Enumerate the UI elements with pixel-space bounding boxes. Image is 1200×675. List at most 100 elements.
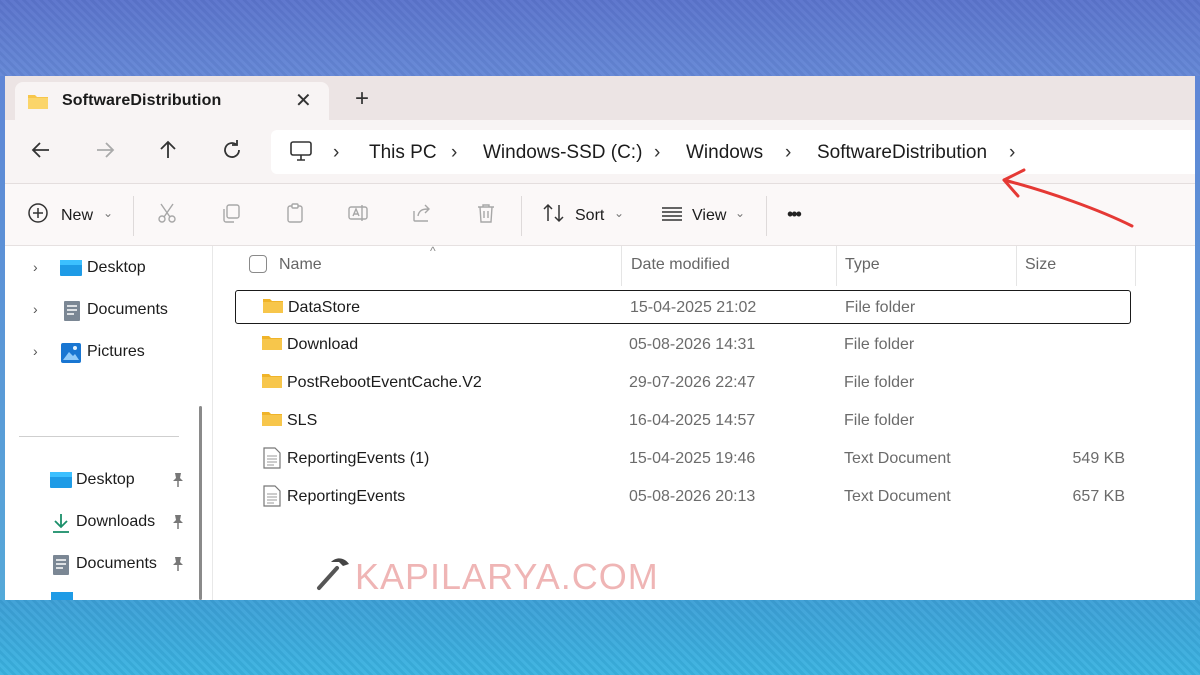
quick-access-desktop[interactable]: Desktop	[5, 464, 195, 498]
chevron-right-icon: ›	[451, 142, 458, 163]
chevron-right-icon: ›	[333, 142, 340, 163]
file-row[interactable]: SLS 16-04-2025 14:57 File folder	[235, 404, 1131, 438]
sidebar-item-documents[interactable]: › Documents	[5, 294, 195, 328]
trash-icon	[478, 204, 494, 223]
copy-icon	[223, 204, 240, 223]
annotation-arrow-icon	[1002, 168, 1134, 228]
file-row[interactable]: ReportingEvents 05-08-2026 20:13 Text Do…	[235, 480, 1131, 514]
chevron-right-icon[interactable]: ›	[33, 343, 38, 359]
copy-button[interactable]	[220, 202, 242, 229]
new-button[interactable]	[27, 202, 49, 229]
folder-icon	[261, 372, 283, 395]
view-label[interactable]: View	[692, 207, 726, 225]
file-date: 15-04-2025 19:46	[629, 450, 756, 467]
pin-icon[interactable]	[171, 556, 185, 577]
text-document-icon	[263, 485, 281, 512]
tab-bar: SoftwareDistribution ✕ +	[5, 76, 1195, 120]
file-row[interactable]: PostRebootEventCache.V2 29-07-2026 22:47…	[235, 366, 1131, 400]
paste-button[interactable]	[284, 202, 306, 229]
pictures-icon	[61, 343, 81, 368]
file-row[interactable]: Download 05-08-2026 14:31 File folder	[235, 328, 1131, 362]
file-type: Text Document	[844, 488, 951, 505]
divider	[766, 196, 767, 236]
arrow-left-icon	[31, 142, 49, 158]
chevron-right-icon[interactable]: ›	[33, 301, 38, 317]
file-date: 15-04-2025 21:02	[630, 299, 757, 316]
sidebar-item-label: Desktop	[87, 259, 146, 276]
new-label[interactable]: New	[61, 207, 93, 225]
pin-icon[interactable]	[171, 514, 185, 535]
watermark-text: KAPILARYA.COM	[355, 556, 659, 597]
text-document-icon	[263, 447, 281, 474]
file-name: PostRebootEventCache.V2	[287, 374, 482, 391]
file-date: 05-08-2026 20:13	[629, 488, 756, 505]
sidebar-item-label: Desktop	[76, 471, 135, 488]
breadcrumb-this-pc[interactable]: This PC	[369, 142, 437, 164]
cut-button[interactable]	[156, 202, 178, 229]
sort-ascending-icon: ^	[430, 244, 436, 258]
list-view-icon	[662, 207, 682, 221]
sort-icon	[543, 203, 564, 223]
rename-icon	[348, 205, 368, 221]
plus-circle-icon	[28, 203, 48, 223]
scissors-icon	[158, 203, 176, 223]
quick-access-downloads[interactable]: Downloads	[5, 506, 195, 540]
column-type[interactable]: Type	[845, 256, 880, 274]
pin-icon[interactable]	[171, 472, 185, 493]
rename-button[interactable]	[347, 202, 369, 229]
file-explorer-window: SoftwareDistribution ✕ + › This PC › Win…	[5, 76, 1195, 600]
sidebar-item-pictures[interactable]: › Pictures	[5, 336, 195, 370]
file-name: Download	[287, 336, 359, 353]
breadcrumb-windows-ssd[interactable]: Windows-SSD (C:)	[483, 142, 642, 164]
chevron-right-icon: ›	[785, 142, 792, 163]
column-divider[interactable]	[1135, 246, 1136, 286]
breadcrumb-softwaredistribution[interactable]: SoftwareDistribution	[817, 142, 987, 164]
file-list: ^ Name Date modified Type Size DataStore…	[213, 244, 1195, 600]
tab-title: SoftwareDistribution	[62, 92, 222, 109]
refresh-button[interactable]	[220, 138, 250, 166]
file-name: SLS	[287, 412, 318, 429]
close-tab-button[interactable]: ✕	[295, 88, 312, 113]
this-pc-icon	[289, 140, 313, 167]
refresh-icon	[224, 140, 240, 158]
sidebar-item-desktop[interactable]: › Desktop	[5, 252, 195, 286]
select-all-checkbox[interactable]	[249, 255, 267, 273]
tab-softwaredistribution[interactable]: SoftwareDistribution ✕	[15, 82, 329, 120]
file-row[interactable]: ReportingEvents (1) 15-04-2025 19:46 Tex…	[235, 442, 1131, 476]
arrow-right-icon	[97, 142, 115, 158]
clipboard-icon	[287, 203, 303, 223]
share-button[interactable]	[411, 202, 433, 229]
back-button[interactable]	[29, 138, 59, 166]
column-size[interactable]: Size	[1025, 256, 1056, 274]
desktop-icon	[51, 592, 73, 600]
file-type: File folder	[844, 374, 915, 391]
folder-icon	[261, 334, 283, 357]
sidebar-item-label: Downloads	[76, 513, 156, 530]
column-divider[interactable]	[836, 246, 837, 286]
file-row[interactable]: DataStore 15-04-2025 21:02 File folder	[235, 290, 1131, 324]
column-divider[interactable]	[1016, 246, 1017, 286]
arrow-up-icon	[160, 140, 176, 158]
file-size: 657 KB	[1072, 488, 1125, 505]
background-bottom	[0, 600, 1200, 675]
breadcrumb-windows[interactable]: Windows	[686, 142, 763, 164]
column-header-row: ^ Name Date modified Type Size	[213, 244, 1173, 286]
hammer-icon	[313, 556, 353, 597]
delete-button[interactable]	[475, 202, 497, 229]
column-date-modified[interactable]: Date modified	[631, 256, 730, 274]
column-divider[interactable]	[621, 246, 622, 286]
up-button[interactable]	[156, 138, 186, 166]
sort-button[interactable]	[542, 202, 566, 229]
column-name[interactable]: Name	[279, 256, 322, 274]
divider	[133, 196, 134, 236]
scrollbar[interactable]	[199, 406, 202, 600]
folder-icon	[262, 297, 284, 320]
quick-access-documents[interactable]: Documents	[5, 548, 195, 582]
forward-button[interactable]	[93, 138, 123, 166]
new-tab-button[interactable]: +	[355, 85, 369, 113]
view-button[interactable]	[660, 202, 684, 229]
sort-label[interactable]: Sort	[575, 207, 604, 225]
file-type: File folder	[845, 299, 916, 316]
chevron-right-icon[interactable]: ›	[33, 259, 38, 275]
more-options-icon[interactable]: •••	[787, 204, 802, 225]
